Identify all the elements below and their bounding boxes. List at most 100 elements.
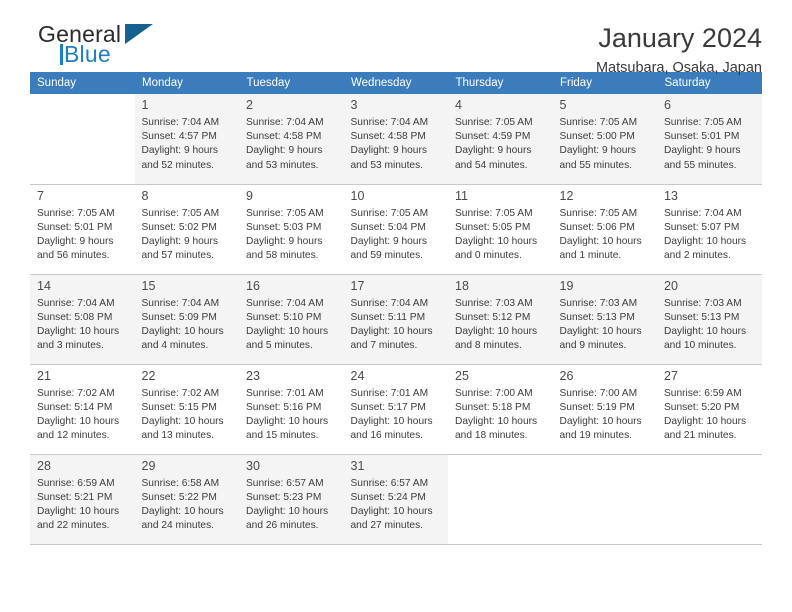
daylight-text-line2: and 7 minutes. [350,340,418,352]
day-cell-content: 20 Sunrise: 7:03 AM Sunset: 5:13 PM Dayligh… [657,275,762,364]
day-number: 22 [141,368,156,383]
calendar-day-cell[interactable]: 24 Sunrise: 7:01 AM Sunset: 5:17 PM Dayligh… [343,364,448,455]
daylight-text-line1: Daylight: 10 hours [246,505,329,517]
sunset-text: Sunset: 5:01 PM [664,131,740,143]
sunset-text: Sunset: 5:03 PM [246,221,322,233]
day-cell-content: 13 Sunrise: 7:04 AM Sunset: 5:07 PM Dayligh… [657,185,762,274]
calendar-day-cell[interactable]: 20 Sunrise: 7:03 AM Sunset: 5:13 PM Dayligh… [657,274,762,365]
calendar-day-cell[interactable]: 23 Sunrise: 7:01 AM Sunset: 5:16 PM Dayligh… [239,364,344,455]
calendar-day-cell[interactable]: 13 Sunrise: 7:04 AM Sunset: 5:07 PM Dayligh… [657,184,762,275]
daylight-text-line2: and 15 minutes. [246,430,319,442]
sunrise-text: Sunrise: 7:01 AM [350,387,429,399]
sunset-text: Sunset: 5:22 PM [141,491,217,503]
calendar-day-cell[interactable]: 17 Sunrise: 7:04 AM Sunset: 5:11 PM Dayligh… [343,274,449,365]
calendar-day-cell[interactable]: 1 Sunrise: 7:04 AM Sunset: 4:57 PM Daylight… [134,94,239,185]
daylight-text-line1: Daylight: 10 hours [455,415,538,427]
day-details: Sunrise: 7:03 AM Sunset: 5:13 PM Daylight:… [560,297,652,354]
sunrise-text: Sunrise: 6:59 AM [664,387,742,399]
calendar-day-cell[interactable]: 21 Sunrise: 7:02 AM Sunset: 5:14 PM Dayligh… [30,364,135,455]
calendar-day-cell[interactable]: 4 Sunrise: 7:05 AM Sunset: 4:59 PM Daylight… [448,94,553,185]
calendar-day-cell[interactable]: 25 Sunrise: 7:00 AM Sunset: 5:18 PM Dayligh… [448,364,553,455]
calendar-day-cell[interactable]: 9 Sunrise: 7:05 AM Sunset: 5:03 PM Daylight… [239,184,344,275]
calendar-day-cell[interactable]: 8 Sunrise: 7:05 AM Sunset: 5:02 PM Daylight… [134,184,239,275]
calendar-day-cell[interactable]: 3 Sunrise: 7:04 AM Sunset: 4:58 PM Daylight… [343,94,449,185]
daylight-text-line1: Daylight: 10 hours [350,325,433,337]
logo-accent-bar-icon [60,44,63,65]
day-details: Sunrise: 7:01 AM Sunset: 5:17 PM Daylight:… [351,387,443,444]
daylight-text-line2: and 18 minutes. [455,430,528,442]
sunrise-text: Sunrise: 6:57 AM [246,477,324,489]
day-cell-content [448,455,553,544]
daylight-text-line1: Daylight: 10 hours [559,415,642,427]
sunrise-text: Sunrise: 7:05 AM [246,207,324,219]
calendar-day-cell[interactable]: 14 Sunrise: 7:04 AM Sunset: 5:08 PM Dayligh… [30,274,135,365]
calendar-day-cell[interactable]: 2 Sunrise: 7:04 AM Sunset: 4:58 PM Daylight… [239,94,344,185]
daylight-text-line2: and 10 minutes. [664,340,737,352]
general-blue-logo[interactable]: General Blue [30,22,160,70]
daylight-text-line2: and 54 minutes. [455,159,528,171]
day-number: 2 [246,98,253,112]
sunrise-text: Sunrise: 7:04 AM [37,297,115,309]
page-subtitle: Matsubara, Osaka, Japan [595,60,762,76]
calendar-day-cell[interactable]: 27 Sunrise: 6:59 AM Sunset: 5:20 PM Dayligh… [657,364,762,455]
daylight-text-line1: Daylight: 9 hours [664,145,741,157]
daylight-text-line2: and 2 minutes. [664,250,731,262]
day-details: Sunrise: 7:02 AM Sunset: 5:15 PM Daylight:… [142,387,234,444]
daylight-text-line1: Daylight: 9 hours [141,235,218,247]
calendar-day-cell[interactable]: 28 Sunrise: 6:59 AM Sunset: 5:21 PM Dayligh… [30,454,135,545]
day-number: 15 [141,278,156,293]
calendar-day-cell[interactable]: 30 Sunrise: 6:57 AM Sunset: 5:23 PM Dayligh… [239,454,344,545]
daylight-text-line1: Daylight: 10 hours [664,415,747,427]
daylight-text-line2: and 27 minutes. [350,520,424,532]
day-details: Sunrise: 7:04 AM Sunset: 4:57 PM Daylight:… [142,116,234,173]
day-details: Sunrise: 7:05 AM Sunset: 4:59 PM Daylight:… [455,116,547,173]
day-cell-content: 25 Sunrise: 7:00 AM Sunset: 5:18 PM Dayligh… [448,365,553,454]
calendar-day-cell[interactable]: 6 Sunrise: 7:05 AM Sunset: 5:01 PM Daylight… [657,94,762,185]
calendar-day-cell[interactable]: 31 Sunrise: 6:57 AM Sunset: 5:24 PM Dayligh… [343,454,448,545]
calendar-day-cell[interactable]: 29 Sunrise: 6:58 AM Sunset: 5:22 PM Dayligh… [134,454,240,545]
calendar-week-row: 21 Sunrise: 7:02 AM Sunset: 5:14 PM Dayligh… [30,364,762,455]
calendar-day-cell[interactable]: 22 Sunrise: 7:02 AM Sunset: 5:15 PM Dayligh… [134,364,240,455]
daylight-text-line1: Daylight: 10 hours [664,325,747,337]
calendar-day-cell[interactable]: 16 Sunrise: 7:04 AM Sunset: 5:10 PM Dayligh… [239,274,344,365]
sunset-text: Sunset: 5:06 PM [559,221,635,233]
daylight-text-line2: and 16 minutes. [350,430,424,442]
sunrise-text: Sunrise: 7:03 AM [455,297,533,309]
calendar-day-cell[interactable]: 11 Sunrise: 7:05 AM Sunset: 5:05 PM Dayligh… [448,184,553,275]
day-cell-content: 17 Sunrise: 7:04 AM Sunset: 5:11 PM Dayligh… [344,275,449,364]
day-cell-content [657,455,762,544]
calendar-day-cell[interactable]: 12 Sunrise: 7:05 AM Sunset: 5:06 PM Dayligh… [552,184,658,275]
day-cell-content: 29 Sunrise: 6:58 AM Sunset: 5:22 PM Dayligh… [135,455,240,544]
day-number: 9 [246,188,253,203]
sunset-text: Sunset: 5:20 PM [664,401,740,413]
calendar-day-cell[interactable]: 15 Sunrise: 7:04 AM Sunset: 5:09 PM Dayligh… [134,274,239,365]
day-cell-content: 10 Sunrise: 7:05 AM Sunset: 5:04 PM Dayligh… [344,185,449,274]
sunset-text: Sunset: 5:05 PM [455,221,531,233]
day-details: Sunrise: 7:04 AM Sunset: 5:11 PM Daylight:… [351,297,443,354]
calendar-day-cell[interactable]: 5 Sunrise: 7:05 AM Sunset: 5:00 PM Daylight… [552,94,657,185]
daylight-text-line2: and 59 minutes. [350,250,424,262]
day-details: Sunrise: 7:04 AM Sunset: 5:08 PM Daylight:… [37,297,129,354]
sunrise-text: Sunrise: 7:04 AM [246,297,324,309]
daylight-text-line1: Daylight: 9 hours [37,235,114,247]
calendar-day-cell[interactable]: 26 Sunrise: 7:00 AM Sunset: 5:19 PM Dayligh… [552,364,657,455]
day-details: Sunrise: 7:05 AM Sunset: 5:04 PM Daylight:… [351,207,443,264]
day-cell-content: 3 Sunrise: 7:04 AM Sunset: 4:58 PM Daylight… [344,94,449,184]
sunset-text: Sunset: 5:24 PM [350,491,426,503]
sunrise-text: Sunrise: 7:05 AM [664,117,742,128]
day-number: 4 [455,98,462,112]
sunrise-text: Sunrise: 7:05 AM [559,117,638,128]
calendar-day-cell[interactable]: 18 Sunrise: 7:03 AM Sunset: 5:12 PM Dayligh… [448,274,553,365]
day-number: 20 [664,278,678,293]
calendar-day-cell[interactable]: 7 Sunrise: 7:05 AM Sunset: 5:01 PM Daylight… [30,184,135,275]
sunrise-text: Sunrise: 7:00 AM [559,387,638,399]
sunrise-text: Sunrise: 7:04 AM [246,117,324,128]
day-cell-content: 12 Sunrise: 7:05 AM Sunset: 5:06 PM Dayligh… [553,185,658,274]
day-details: Sunrise: 7:05 AM Sunset: 5:05 PM Daylight:… [455,207,547,264]
day-details: Sunrise: 7:04 AM Sunset: 5:10 PM Daylight:… [246,297,338,354]
sunset-text: Sunset: 5:04 PM [350,221,426,233]
calendar-day-cell[interactable]: 10 Sunrise: 7:05 AM Sunset: 5:04 PM Dayligh… [343,184,449,275]
calendar-day-cell[interactable]: 19 Sunrise: 7:03 AM Sunset: 5:13 PM Dayligh… [552,274,657,365]
page-title: January 2024 [598,23,762,53]
day-cell-content: 22 Sunrise: 7:02 AM Sunset: 5:15 PM Dayligh… [135,365,240,454]
